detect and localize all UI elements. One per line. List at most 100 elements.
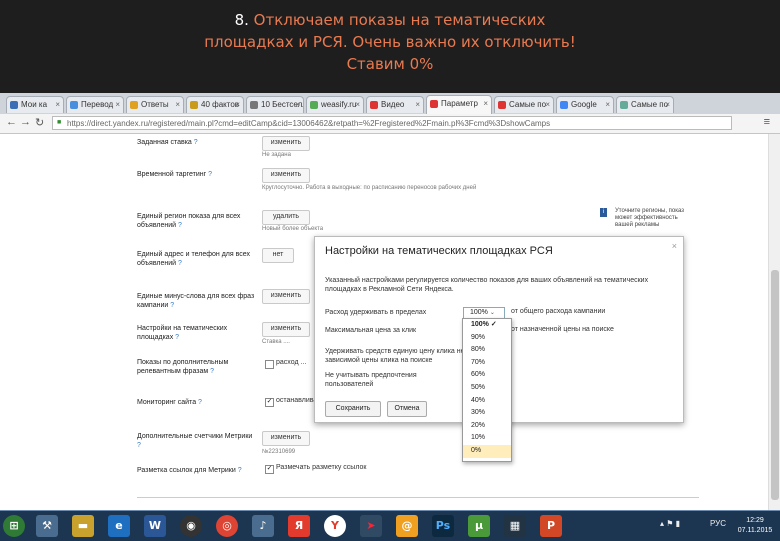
help-icon[interactable]: ? [210,368,214,375]
browser-tab[interactable]: weasify.ru × [306,96,364,113]
browser-tab[interactable]: Самые по × [494,96,554,113]
spend-limit-label: Расход удерживать в пределах [325,309,427,316]
word-icon[interactable]: W [144,515,166,537]
delete-button[interactable]: удалить [262,210,310,225]
dropdown-option[interactable]: 10% [463,432,511,445]
tray-icons[interactable]: ▴ ⚑ ▮ [660,519,680,528]
yandex-browser-icon[interactable]: Y [324,515,346,537]
row-label-text: Единый регион показа для всех объявлений [137,213,241,229]
browser-tab[interactable]: 40 фактов × [186,96,244,113]
change-button[interactable]: изменить [262,168,310,183]
close-icon[interactable]: × [295,100,300,109]
row-label-text: Дополнительные счетчики Метрики [137,433,253,440]
row-label-text: Заданная ставка [137,139,192,146]
divider [137,497,699,498]
torrent-icon[interactable]: µ [468,515,490,537]
close-icon[interactable]: × [115,100,120,109]
close-icon[interactable]: × [483,99,488,108]
help-icon[interactable]: ? [238,467,242,474]
dropdown-option[interactable]: 100% ✓ [463,319,511,332]
dropdown-option-highlighted[interactable]: 0% [463,444,511,458]
dropdown-option[interactable]: 50% [463,382,511,395]
help-icon[interactable]: ? [208,171,212,178]
dropdown-option[interactable]: 20% [463,420,511,433]
dropdown-option[interactable]: 60% [463,369,511,382]
close-icon[interactable]: × [415,100,420,109]
windows-taskbar: ⊞ ⚒ ▬ e W ◉ ◎ ♪ Я Y ➤ @ Ps µ ▦ P ▴ ⚑ ▮ Р… [0,510,780,541]
row-label-text: Настройки на тематических площадках [137,325,228,341]
camera-icon[interactable]: ◉ [180,515,202,537]
help-icon[interactable]: ? [170,302,174,309]
close-icon[interactable]: × [235,100,240,109]
utm-checkbox[interactable]: ✓ [265,465,274,474]
option-label: 100% [471,321,489,328]
folder-icon[interactable]: ▬ [72,515,94,537]
start-orb-icon[interactable]: ⊞ [3,515,25,537]
dropdown-option[interactable]: 40% [463,395,511,408]
photoshop-icon[interactable]: Ps [432,515,454,537]
forward-icon[interactable]: → [20,116,31,128]
banner-line-1: 8. Отключаем показы на тематических [0,11,780,29]
close-icon[interactable]: × [672,241,677,251]
url-input[interactable]: ■ https://direct.yandex.ru/registered/ma… [52,116,732,130]
page-scrollbar[interactable] [768,134,780,510]
language-indicator[interactable]: РУС [710,519,726,528]
powerpoint-icon[interactable]: P [540,515,562,537]
change-button[interactable]: изменить [262,289,310,304]
close-icon[interactable]: × [605,100,610,109]
back-icon[interactable]: ← [6,116,17,128]
extra-phrases-checkbox[interactable] [265,360,274,369]
browser-tab[interactable]: Google × [556,96,614,113]
yandex-icon[interactable]: Я [288,515,310,537]
browser-tab[interactable]: 10 Бестселл × [246,96,304,113]
close-icon[interactable]: × [55,100,60,109]
change-button[interactable]: изменить [262,322,310,337]
row-label-metrika: Дополнительные счетчики Метрики ? [137,432,257,450]
chrome-icon[interactable]: ◎ [216,515,238,537]
close-icon[interactable]: × [355,100,360,109]
close-icon[interactable]: × [665,100,670,109]
browser-tab[interactable]: Перевод × [66,96,124,113]
tab-favicon-icon [370,101,378,109]
scroll-thumb[interactable] [771,270,779,500]
send-icon[interactable]: ➤ [360,515,382,537]
help-icon[interactable]: ? [178,222,182,229]
row-label-text: Разметка ссылок для Метрики [137,467,236,474]
no-button[interactable]: нет [262,248,294,263]
save-button[interactable]: Сохранить [325,401,381,417]
close-icon[interactable]: × [545,100,550,109]
tab-favicon-icon [430,100,438,108]
change-button[interactable]: изменить [262,431,310,446]
help-icon[interactable]: ? [178,260,182,267]
browser-tab[interactable]: Мои ка × [6,96,64,113]
no-preferences-label: Не учитывать предпочтения пользователей [325,372,417,388]
browser-tab-active[interactable]: Параметр × [426,95,492,114]
dropdown-option[interactable]: 90% [463,332,511,345]
speaker-icon[interactable]: ♪ [252,515,274,537]
help-icon[interactable]: ? [194,139,198,146]
tab-title: Параметр [441,99,478,108]
close-icon[interactable]: × [175,100,180,109]
help-icon[interactable]: ? [175,334,179,341]
dropdown-option[interactable]: 30% [463,407,511,420]
browser-tab[interactable]: Самые по × [616,96,674,113]
row-label-text: Временной таргетинг [137,171,207,178]
tool-icon[interactable]: ⚒ [36,515,58,537]
cancel-button[interactable]: Отмена [387,401,427,417]
help-icon[interactable]: ? [137,442,141,449]
media-icon[interactable]: ▦ [504,515,526,537]
internet-explorer-icon[interactable]: e [108,515,130,537]
browser-tab[interactable]: Видео × [366,96,424,113]
reload-icon[interactable]: ↻ [35,116,44,129]
change-button[interactable]: изменить [262,136,310,151]
tab-favicon-icon [310,101,318,109]
mail-icon[interactable]: @ [396,515,418,537]
browser-menu-icon[interactable]: ≡ [764,116,770,128]
dropdown-option[interactable]: 80% [463,344,511,357]
system-clock[interactable]: 12:29 07.11.2015 [735,516,775,536]
browser-tab[interactable]: Ответы × [126,96,184,113]
help-icon[interactable]: ? [198,399,202,406]
tab-title: Перевод [81,100,114,109]
dropdown-option[interactable]: 70% [463,357,511,370]
monitoring-checkbox[interactable]: ✓ [265,398,274,407]
